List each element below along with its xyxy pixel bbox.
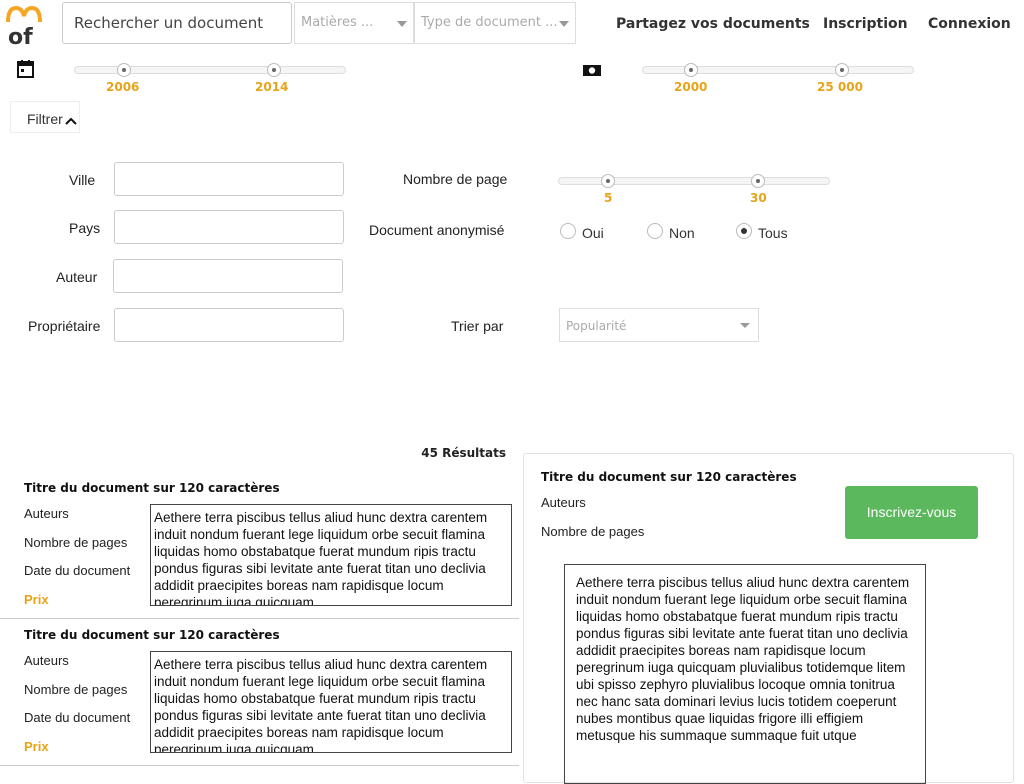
city-input[interactable] bbox=[114, 162, 344, 196]
page-min-label: 5 bbox=[604, 191, 613, 205]
price-max-handle[interactable] bbox=[835, 63, 849, 77]
chevron-down-icon bbox=[397, 21, 407, 27]
share-documents-link[interactable]: Partagez vos documents bbox=[616, 16, 810, 32]
year-min-handle[interactable] bbox=[117, 63, 131, 77]
radio-all-label: Tous bbox=[758, 225, 788, 241]
subject-dropdown-placeholder: Matières ... bbox=[301, 15, 374, 30]
result-date-label: Date du document bbox=[24, 563, 131, 578]
result-separator bbox=[0, 765, 519, 766]
result-separator bbox=[0, 618, 519, 619]
radio-yes-label: Oui bbox=[582, 225, 604, 241]
page-min-handle[interactable] bbox=[601, 174, 615, 188]
result-title[interactable]: Titre du document sur 120 caractères bbox=[24, 628, 280, 642]
country-label: Pays bbox=[69, 220, 101, 236]
page-range-track[interactable] bbox=[558, 177, 830, 185]
preview-excerpt: Aethere terra piscibus tellus aliud hunc… bbox=[564, 564, 926, 784]
signup-link[interactable]: Inscription bbox=[823, 16, 908, 32]
chevron-down-icon bbox=[559, 21, 569, 27]
preview-title: Titre du document sur 120 caractères bbox=[541, 470, 797, 484]
document-type-placeholder: Type de document ... bbox=[421, 15, 558, 30]
result-pages-label: Nombre de pages bbox=[24, 682, 128, 697]
price-min-label: 2000 bbox=[674, 80, 708, 94]
radio-yes[interactable] bbox=[560, 223, 576, 239]
money-icon bbox=[582, 62, 602, 76]
radio-no[interactable] bbox=[647, 223, 663, 239]
subject-dropdown[interactable]: Matières ... bbox=[294, 2, 414, 44]
country-input[interactable] bbox=[114, 210, 344, 244]
page-max-handle[interactable] bbox=[751, 174, 765, 188]
search-input[interactable]: Rechercher un document bbox=[62, 2, 292, 44]
site-logo[interactable]: of bbox=[6, 4, 48, 50]
results-count: 45 Résultats bbox=[421, 446, 506, 460]
price-min-handle[interactable] bbox=[684, 63, 698, 77]
result-excerpt: Aethere terra piscibus tellus aliud hunc… bbox=[150, 504, 512, 606]
login-link[interactable]: Connexion bbox=[928, 16, 1011, 32]
chevron-up-icon bbox=[65, 112, 77, 128]
sort-dropdown[interactable]: Popularité bbox=[559, 308, 759, 342]
result-authors-label: Auteurs bbox=[24, 653, 69, 668]
result-date-label: Date du document bbox=[24, 710, 131, 725]
price-max-label: 25 000 bbox=[817, 80, 863, 94]
result-authors-label: Auteurs bbox=[24, 506, 69, 521]
chevron-down-icon bbox=[740, 323, 750, 328]
page-count-label: Nombre de page bbox=[403, 171, 508, 187]
preview-pages-label: Nombre de pages bbox=[541, 524, 645, 539]
preview-authors-label: Auteurs bbox=[541, 495, 586, 510]
owner-input[interactable] bbox=[114, 308, 344, 342]
author-input[interactable] bbox=[113, 259, 343, 293]
price-range-track[interactable] bbox=[642, 66, 914, 74]
result-price-label: Prix bbox=[24, 592, 49, 607]
radio-all[interactable] bbox=[736, 223, 752, 239]
document-type-dropdown[interactable]: Type de document ... bbox=[414, 2, 576, 44]
year-range-track[interactable] bbox=[74, 66, 346, 74]
sort-value: Popularité bbox=[566, 319, 627, 333]
svg-text:of: of bbox=[8, 25, 33, 46]
result-price-label: Prix bbox=[24, 739, 49, 754]
owner-label: Propriétaire bbox=[28, 318, 101, 334]
author-label: Auteur bbox=[56, 269, 98, 285]
year-max-handle[interactable] bbox=[267, 63, 281, 77]
year-max-label: 2014 bbox=[255, 80, 289, 94]
anonymous-label: Document anonymisé bbox=[369, 222, 505, 238]
year-min-label: 2006 bbox=[106, 80, 140, 94]
filter-toggle-button[interactable]: Filtrer bbox=[10, 101, 80, 133]
radio-no-label: Non bbox=[669, 225, 695, 241]
calendar-icon bbox=[16, 59, 36, 79]
filter-toggle-label: Filtrer bbox=[27, 111, 63, 127]
signup-button[interactable]: Inscrivez-vous bbox=[845, 486, 978, 539]
sort-label: Trier par bbox=[451, 318, 504, 334]
result-pages-label: Nombre de pages bbox=[24, 535, 128, 550]
city-label: Ville bbox=[69, 172, 96, 188]
result-title[interactable]: Titre du document sur 120 caractères bbox=[24, 481, 280, 495]
page-max-label: 30 bbox=[750, 191, 767, 205]
result-excerpt: Aethere terra piscibus tellus aliud hunc… bbox=[150, 651, 512, 753]
